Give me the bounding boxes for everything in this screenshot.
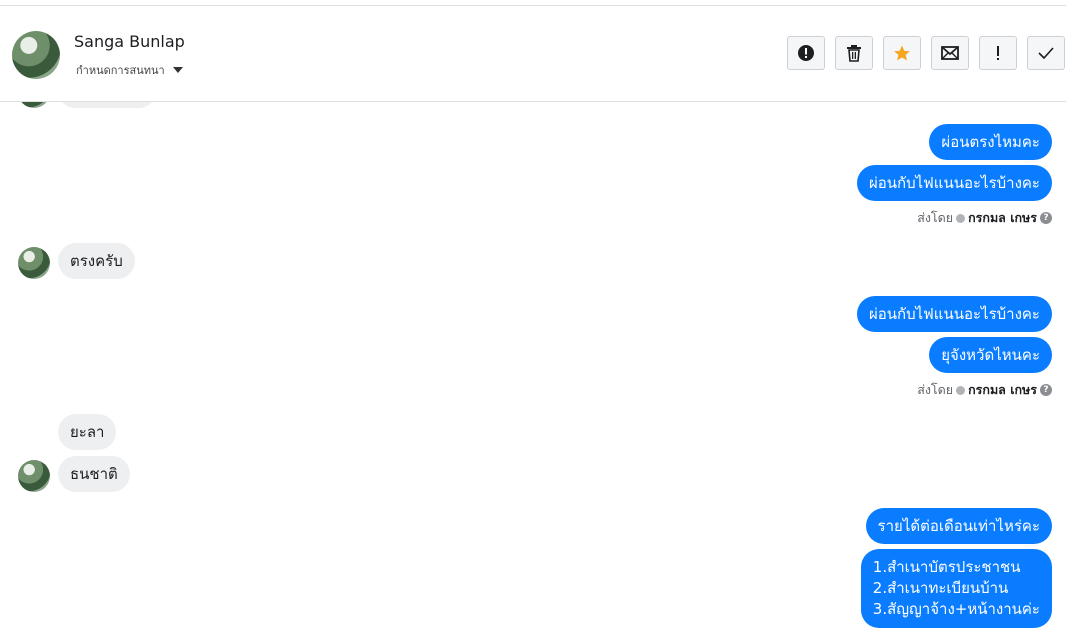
contact-name[interactable]: Sanga Bunlap [74, 32, 185, 51]
star-button[interactable] [883, 36, 921, 70]
outgoing-message: ผ่อนกับไฟแนนอะไรบ้างคะ [856, 165, 1052, 201]
agent-status-icon [956, 385, 966, 395]
outgoing-message: ผ่อนตรงไหมคะ [929, 124, 1052, 160]
outgoing-message: ผ่อนกับไฟแนนอะไรบ้างคะ [856, 296, 1052, 332]
delete-button[interactable] [835, 36, 873, 70]
assign-label: กำหนดการสนทนา [76, 64, 165, 77]
sent-by-prefix: ส่งโดย [917, 210, 954, 225]
message-line: 1.สำเนาบัตรประชาชน [872, 558, 1021, 576]
caret-down-icon [172, 67, 183, 73]
contact-avatar [18, 247, 50, 279]
star-icon [894, 45, 910, 61]
trash-icon [847, 45, 861, 62]
check-icon [1038, 47, 1054, 59]
report-spam-button[interactable] [787, 36, 825, 70]
incoming-message: ธนชาติ [58, 456, 130, 492]
sent-by-prefix: ส่งโดย [917, 382, 954, 397]
mail-icon [941, 46, 959, 60]
sent-by-info: ส่งโดย กรกมล เกษร ? [917, 208, 1052, 228]
outgoing-message: ยุจังหวัดไหนคะ [929, 337, 1052, 373]
sent-by-info: ส่งโดย กรกมล เกษร ? [917, 380, 1052, 400]
incoming-message: ยะลา [58, 414, 117, 450]
conversation-header: Sanga Bunlap กำหนดการสนทนา [0, 6, 1066, 102]
contact-avatar [18, 460, 50, 492]
assign-conversation-dropdown[interactable]: กำหนดการสนทนา [76, 61, 183, 79]
message-line: 2.สำเนาทะเบียนบ้าน [872, 579, 1009, 597]
outgoing-message-multiline: 1.สำเนาบัตรประชาชน 2.สำเนาทะเบียนบ้าน 3.… [860, 549, 1052, 628]
mark-unread-button[interactable] [931, 36, 969, 70]
incoming-message: ตรงครับ [58, 243, 135, 279]
help-icon[interactable]: ? [1040, 384, 1052, 396]
follow-up-button[interactable] [979, 36, 1017, 70]
alert-icon [798, 45, 814, 61]
agent-status-icon [956, 213, 966, 223]
agent-name[interactable]: กรกมล เกษร [968, 208, 1037, 228]
agent-name[interactable]: กรกมล เกษร [968, 380, 1037, 400]
mark-done-button[interactable] [1027, 36, 1065, 70]
contact-avatar[interactable] [12, 31, 60, 79]
exclamation-icon [997, 46, 999, 60]
message-line: 3.สัญญาจ้าง+หน้างานค่ะ [872, 600, 1040, 618]
outgoing-message: รายได้ต่อเดือนเท่าไหร่คะ [865, 508, 1052, 544]
help-icon[interactable]: ? [1040, 212, 1052, 224]
